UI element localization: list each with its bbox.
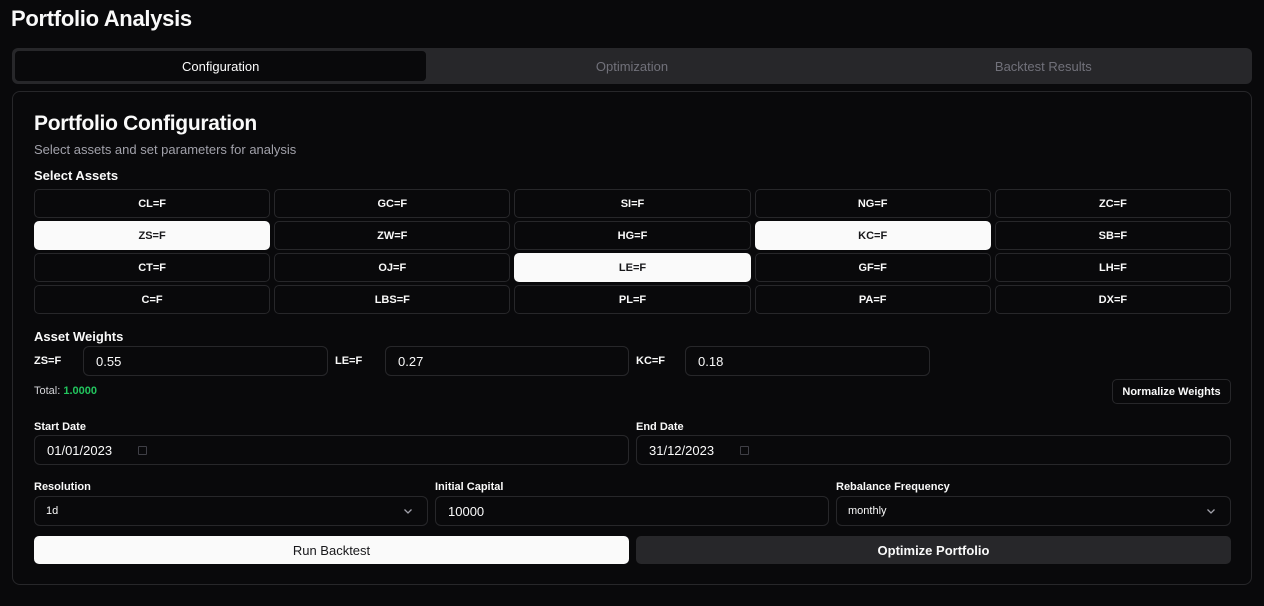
card-description: Select assets and set parameters for ana… (34, 142, 297, 157)
resolution-value: 1d (46, 505, 59, 517)
weight-label-zs: ZS=F (34, 355, 62, 367)
tab-list: Configuration Optimization Backtest Resu… (12, 48, 1252, 84)
asset-button-cl[interactable]: CL=F (34, 189, 271, 218)
chevron-down-icon (1207, 509, 1215, 514)
start-date-value: 01/01/2023 (47, 442, 113, 458)
resolution-label: Resolution (34, 481, 91, 493)
total-value: 1.0000 (63, 385, 98, 397)
card-title: Portfolio Configuration (34, 112, 257, 135)
asset-button-lh[interactable]: LH=F (994, 253, 1231, 282)
optimize-portfolio-button[interactable]: Optimize Portfolio (636, 536, 1231, 564)
select-assets-label: Select Assets (34, 168, 119, 183)
asset-button-gf[interactable]: GF=F (754, 253, 991, 282)
weight-input-kc[interactable]: 0.18 (685, 346, 930, 376)
end-date-value: 31/12/2023 (649, 442, 715, 458)
end-date-input[interactable]: 31/12/2023 (636, 435, 1231, 465)
asset-button-pl[interactable]: PL=F (514, 285, 751, 314)
page-title: Portfolio Analysis (11, 6, 192, 31)
start-date-label: Start Date (34, 421, 86, 433)
end-date-label: End Date (636, 421, 684, 433)
chevron-down-icon (404, 509, 412, 514)
asset-button-dx[interactable]: DX=F (994, 285, 1231, 314)
weight-input-zs[interactable]: 0.55 (83, 346, 328, 376)
tab-configuration[interactable]: Configuration (15, 51, 427, 81)
tab-optimization[interactable]: Optimization (426, 51, 837, 81)
calendar-icon[interactable] (138, 445, 148, 455)
initial-capital-input[interactable]: 10000 (435, 496, 829, 526)
asset-button-oj[interactable]: OJ=F (274, 253, 511, 282)
weight-label-kc: KC=F (636, 355, 666, 367)
asset-button-kc[interactable]: KC=F (754, 221, 991, 250)
asset-button-ct[interactable]: CT=F (34, 253, 271, 282)
rebalance-frequency-label: Rebalance Frequency (836, 481, 950, 493)
asset-grid: CL=F GC=F SI=F NG=F ZC=F ZS=F ZW=F HG=F … (34, 189, 1231, 314)
normalize-weights-button[interactable]: Normalize Weights (1112, 379, 1231, 404)
asset-weights-label: Asset Weights (34, 329, 124, 344)
weight-input-le[interactable]: 0.27 (385, 346, 629, 376)
rebalance-frequency-value: monthly (848, 505, 887, 517)
asset-button-c[interactable]: C=F (34, 285, 271, 314)
asset-button-le[interactable]: LE=F (514, 253, 751, 282)
asset-button-si[interactable]: SI=F (514, 189, 751, 218)
asset-button-gc[interactable]: GC=F (274, 189, 511, 218)
rebalance-frequency-select[interactable]: monthly (836, 496, 1231, 526)
asset-button-lbs[interactable]: LBS=F (274, 285, 511, 314)
total-label: Total: (34, 385, 61, 397)
weights-total: Total: 1.0000 (34, 385, 97, 397)
tab-backtest-results[interactable]: Backtest Results (838, 51, 1249, 81)
start-date-input[interactable]: 01/01/2023 (34, 435, 629, 465)
resolution-select[interactable]: 1d (34, 496, 428, 526)
asset-button-zc[interactable]: ZC=F (994, 189, 1231, 218)
asset-button-zw[interactable]: ZW=F (274, 221, 511, 250)
asset-button-hg[interactable]: HG=F (514, 221, 751, 250)
asset-button-pa[interactable]: PA=F (754, 285, 991, 314)
weight-label-le: LE=F (335, 355, 363, 367)
asset-button-ng[interactable]: NG=F (754, 189, 991, 218)
initial-capital-label: Initial Capital (435, 481, 504, 493)
asset-button-sb[interactable]: SB=F (994, 221, 1231, 250)
run-backtest-button[interactable]: Run Backtest (34, 536, 629, 564)
portfolio-configuration-card: Portfolio Configuration Select assets an… (12, 91, 1252, 585)
calendar-icon[interactable] (740, 445, 750, 455)
asset-button-zs[interactable]: ZS=F (34, 221, 271, 250)
